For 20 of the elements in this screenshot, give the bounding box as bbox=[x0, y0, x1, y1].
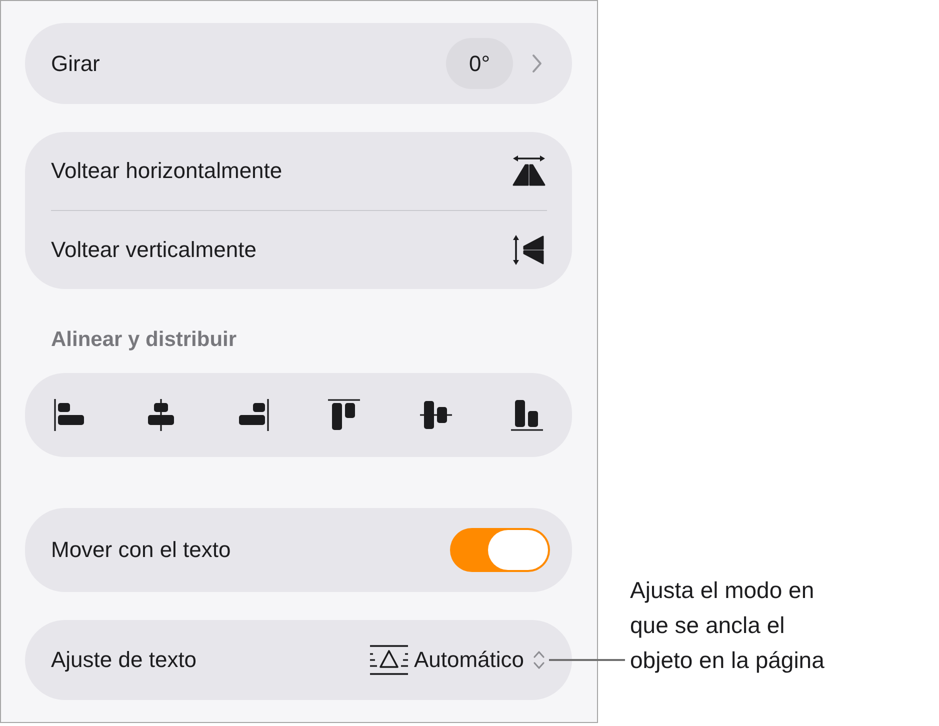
align-bottom-icon[interactable] bbox=[510, 399, 543, 431]
text-wrap-label: Ajuste de texto bbox=[51, 646, 198, 674]
angle-value[interactable]: 0° bbox=[446, 38, 513, 89]
flip-vertical-button[interactable]: Voltear verticalmente bbox=[25, 211, 572, 289]
align-top-icon[interactable] bbox=[328, 399, 360, 431]
align-right-icon[interactable] bbox=[236, 399, 269, 431]
align-middle-icon[interactable] bbox=[420, 399, 452, 431]
flip-horizontal-icon bbox=[512, 155, 546, 187]
chevron-up-down-icon bbox=[533, 650, 545, 670]
text-wrap-icon bbox=[368, 644, 410, 676]
rotate-label: Girar bbox=[51, 50, 101, 78]
section-heading: Alinear y distribuir bbox=[50, 327, 238, 353]
align-left-icon[interactable] bbox=[54, 399, 86, 431]
move-with-text-toggle[interactable] bbox=[450, 528, 550, 572]
move-with-text-label: Mover con el texto bbox=[51, 536, 232, 564]
chevron-right-icon bbox=[532, 54, 542, 73]
flip-horizontal-button[interactable]: Voltear horizontalmente bbox=[25, 132, 572, 210]
callout-text: Ajusta el modo en que se ancla el objeto en la página bbox=[630, 576, 824, 675]
wrap-mode-popup[interactable]: Automático bbox=[368, 644, 545, 676]
flip-vertical-icon bbox=[512, 234, 546, 266]
